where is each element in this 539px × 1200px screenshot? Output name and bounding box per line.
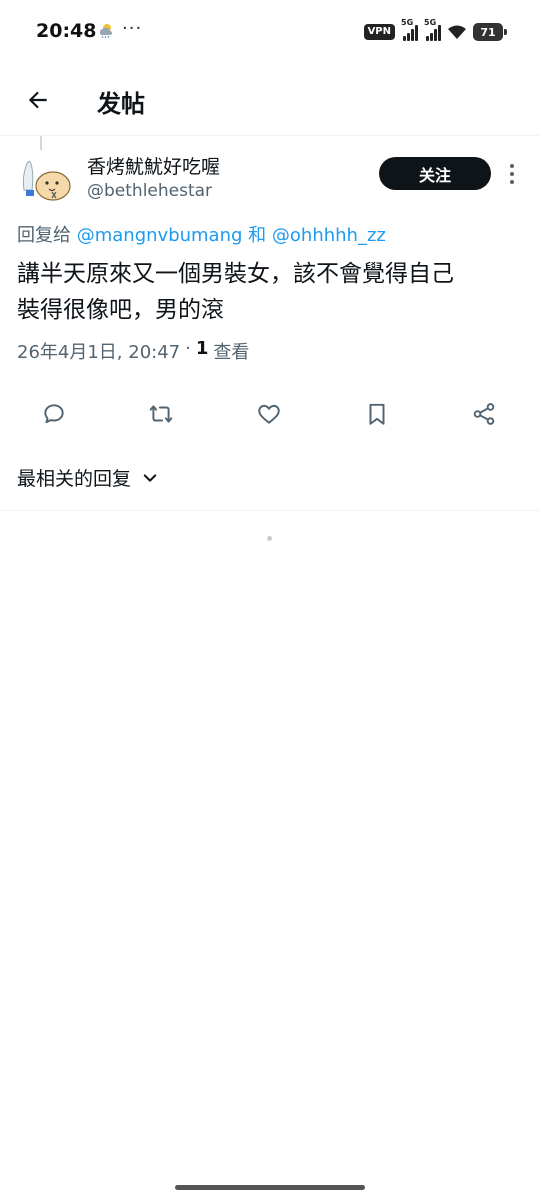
bookmark-button[interactable] (363, 400, 391, 428)
status-time: 20:48 (36, 20, 97, 42)
repost-button[interactable] (147, 400, 175, 428)
follow-button[interactable]: 关注 (379, 157, 491, 190)
views-label: 查看 (213, 342, 250, 363)
share-icon (473, 403, 495, 425)
views-count: 1 (195, 338, 209, 359)
post-text-line: 講半天原來又一個男裝女，該不會覺得自己 (17, 261, 454, 287)
more-dot-icon (510, 180, 514, 184)
post-timestamp[interactable]: 26年4月1日, 20:47 (17, 338, 180, 364)
post-meta: 26年4月1日, 20:47 · 1 查看 (17, 338, 249, 364)
author-display-name[interactable]: 香烤魷魷好吃喔 (87, 152, 220, 179)
repost-icon (149, 405, 173, 423)
more-dot-icon (510, 164, 514, 168)
notification-dots: ··· (122, 18, 143, 39)
weather-icon (97, 22, 115, 39)
author-handle[interactable]: @bethlehestar (87, 181, 212, 201)
avatar[interactable] (16, 150, 74, 208)
reply-icon (44, 404, 64, 424)
vpn-badge: VPN (363, 24, 395, 40)
sim2-label: 5G (424, 18, 437, 27)
home-indicator[interactable] (175, 1185, 365, 1190)
status-bar: 20:48 ··· VPN 5G 5G 71 (0, 0, 539, 64)
chevron-down-icon (143, 473, 157, 482)
reply-prefix: 回复给 (17, 225, 71, 246)
battery-indicator: 71 (473, 23, 507, 41)
avatar-image (16, 150, 74, 208)
page-title: 发帖 (97, 90, 145, 118)
bookmark-icon (369, 403, 385, 425)
section-divider (0, 510, 539, 511)
mention-link-1[interactable]: @mangnvbumang (77, 225, 243, 246)
wifi-icon (447, 24, 467, 40)
signal-1-icon: 5G (401, 18, 418, 41)
heart-icon (258, 404, 280, 424)
reply-to-line: 回复给 @mangnvbumang 和 @ohhhhh_zz (17, 221, 386, 247)
reply-conjunction: 和 (248, 225, 267, 246)
post-body: 講半天原來又一個男裝女，該不會覺得自己 裝得很像吧，男的滾 (17, 256, 517, 328)
loading-indicator (267, 536, 272, 541)
signal-2-icon: 5G (424, 18, 441, 41)
more-dot-icon (510, 172, 514, 176)
meta-separator: · (185, 338, 191, 359)
like-button[interactable] (255, 400, 283, 428)
sim1-label: 5G (401, 18, 414, 27)
share-button[interactable] (470, 400, 498, 428)
post-text-line: 裝得很像吧，男的滾 (17, 297, 224, 323)
post-actions-bar (0, 390, 539, 436)
reply-button[interactable] (40, 400, 68, 428)
top-app-bar: 发帖 (0, 64, 539, 136)
sort-label: 最相关的回复 (17, 468, 132, 490)
mention-link-2[interactable]: @ohhhhh_zz (272, 225, 386, 246)
more-options-button[interactable] (500, 160, 524, 188)
back-button[interactable] (18, 80, 58, 120)
arrow-left-icon (28, 91, 47, 109)
reply-sort-dropdown[interactable]: 最相关的回复 (17, 464, 159, 491)
thread-connector (40, 136, 42, 150)
